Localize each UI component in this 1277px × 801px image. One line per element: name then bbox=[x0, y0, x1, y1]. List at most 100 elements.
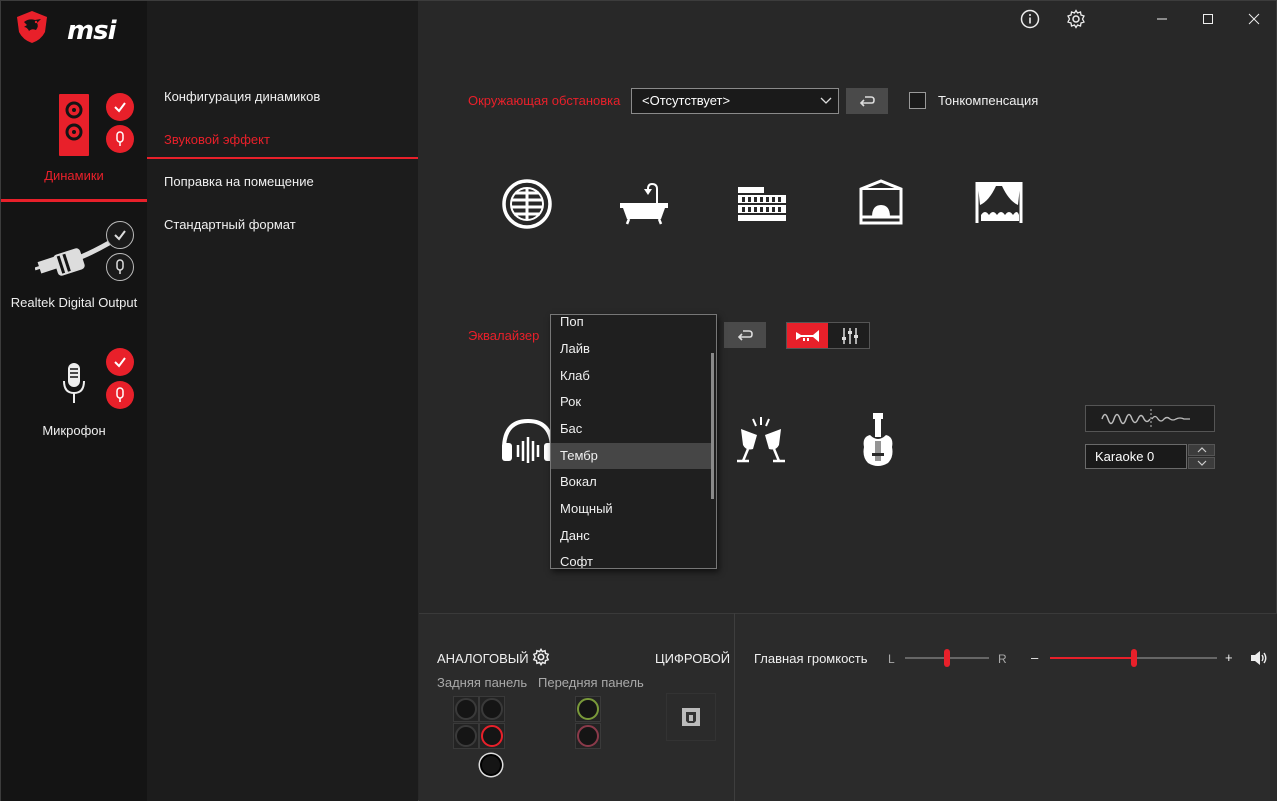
chevron-down-icon bbox=[820, 97, 832, 104]
effects-menu: Конфигурация динамиков Звуковой эффект П… bbox=[147, 1, 418, 801]
environment-reset-button[interactable] bbox=[846, 88, 888, 114]
menu-item-speaker-config[interactable]: Конфигурация динамиков bbox=[164, 89, 320, 104]
toast-glasses-icon[interactable] bbox=[731, 413, 791, 469]
check-badge bbox=[106, 348, 134, 376]
bottom-divider bbox=[734, 613, 735, 801]
eq-option-soft[interactable]: Софт bbox=[551, 549, 714, 568]
colosseum-icon[interactable] bbox=[734, 179, 790, 229]
mic-small-icon bbox=[116, 259, 124, 274]
front-jack-mic[interactable] bbox=[577, 725, 599, 747]
rear-jack-1[interactable] bbox=[455, 698, 477, 720]
rear-jack-2[interactable] bbox=[481, 698, 503, 720]
settings-button[interactable] bbox=[1064, 7, 1088, 31]
rear-jack-slot bbox=[453, 723, 479, 749]
equalizer-label: Эквалайзер bbox=[468, 328, 540, 343]
check-icon bbox=[114, 102, 126, 113]
device-label: Микрофон bbox=[42, 423, 106, 438]
device-microphone[interactable]: Микрофон bbox=[1, 341, 147, 451]
minimize-button[interactable] bbox=[1150, 7, 1174, 31]
brand-wordmark: msi bbox=[67, 16, 116, 46]
manual-eq-button[interactable] bbox=[829, 323, 870, 348]
mute-button[interactable] bbox=[1250, 650, 1268, 669]
environment-select-value: <Отсутствует> bbox=[642, 93, 731, 108]
karaoke-decrement-button[interactable] bbox=[1188, 457, 1215, 469]
front-panel-label: Передняя панель bbox=[538, 675, 644, 690]
info-button[interactable] bbox=[1018, 7, 1042, 31]
app-window: msi Динамики Realtek Digital Output Микр… bbox=[0, 0, 1277, 801]
balance-slider-thumb[interactable] bbox=[944, 649, 950, 667]
digital-port-slot bbox=[666, 693, 716, 741]
bathtub-icon[interactable] bbox=[617, 179, 673, 229]
sphere-icon[interactable] bbox=[499, 179, 555, 229]
gear-icon bbox=[1067, 9, 1085, 29]
mic-badge bbox=[106, 253, 134, 281]
gear-icon bbox=[532, 647, 550, 667]
rear-jack-3[interactable] bbox=[455, 725, 477, 747]
front-jack-slot bbox=[575, 723, 601, 749]
rear-jack-slot bbox=[453, 696, 479, 722]
mic-small-icon bbox=[116, 131, 124, 146]
eq-option-bass[interactable]: Бас bbox=[551, 416, 714, 442]
device-digital-output[interactable]: Realtek Digital Output bbox=[1, 211, 147, 321]
rear-jack-black[interactable] bbox=[480, 754, 502, 776]
karaoke-increment-button[interactable] bbox=[1188, 444, 1215, 456]
speaker-volume-icon bbox=[1251, 651, 1267, 665]
close-button[interactable] bbox=[1242, 7, 1266, 31]
eq-option-pop[interactable]: Поп bbox=[551, 315, 714, 335]
check-icon bbox=[114, 357, 126, 368]
balance-left-label: L bbox=[888, 652, 895, 666]
volume-slider-thumb[interactable] bbox=[1130, 649, 1137, 667]
karaoke-value-field[interactable]: Karaoke 0 bbox=[1085, 444, 1187, 469]
eq-option-vocal[interactable]: Вокал bbox=[551, 469, 714, 495]
eq-option-club[interactable]: Клаб bbox=[551, 363, 714, 389]
rear-panel-label: Задняя панель bbox=[437, 675, 528, 690]
analog-settings-button[interactable] bbox=[532, 647, 550, 669]
balance-right-label: R bbox=[998, 652, 1007, 666]
front-jack-slot bbox=[575, 696, 601, 722]
environment-select[interactable]: <Отсутствует> bbox=[631, 88, 839, 114]
menu-item-default-format[interactable]: Стандартный формат bbox=[164, 217, 296, 232]
chevron-down-icon bbox=[1197, 460, 1206, 466]
eq-option-rock[interactable]: Рок bbox=[551, 389, 714, 415]
karaoke-visualizer bbox=[1085, 405, 1215, 432]
digital-label: ЦИФРОВОЙ bbox=[655, 651, 731, 666]
equalizer-mode-toggle bbox=[786, 322, 870, 349]
theater-icon[interactable] bbox=[971, 179, 1027, 229]
environment-label: Окружающая обстановка bbox=[468, 93, 621, 108]
headphones-icon[interactable] bbox=[498, 413, 558, 469]
main-volume-label: Главная громкость bbox=[754, 651, 868, 666]
loudness-label: Тонкомпенсация bbox=[938, 93, 1039, 108]
guitar-icon[interactable] bbox=[848, 413, 908, 469]
device-label: Динамики bbox=[44, 168, 104, 183]
sliders-icon bbox=[841, 327, 858, 344]
menu-item-sound-effect[interactable]: Звуковой эффект bbox=[164, 132, 270, 147]
check-icon bbox=[114, 230, 126, 241]
volume-slider-fill bbox=[1050, 657, 1134, 659]
preset-mode-button[interactable] bbox=[787, 323, 828, 348]
loudness-checkbox[interactable] bbox=[909, 92, 926, 109]
eq-option-timbre[interactable]: Тембр bbox=[551, 443, 714, 469]
menu-item-room-correction[interactable]: Поправка на помещение bbox=[164, 174, 314, 189]
optical-port-icon[interactable] bbox=[680, 707, 702, 727]
front-jack-headphone[interactable] bbox=[577, 698, 599, 720]
voice-wave-icon bbox=[1101, 409, 1190, 428]
equalizer-reset-button[interactable] bbox=[724, 322, 766, 348]
msi-logo: msi bbox=[15, 10, 135, 46]
maximize-button[interactable] bbox=[1196, 7, 1220, 31]
maximize-icon bbox=[1203, 14, 1213, 24]
trumpet-icon bbox=[795, 329, 819, 342]
equalizer-preset-dropdown[interactable]: Поп Лайв Клаб Рок Бас Тембр Вокал Мощный… bbox=[550, 314, 717, 569]
rca-cable-icon bbox=[35, 240, 111, 276]
volume-up-button[interactable]: + bbox=[1225, 650, 1233, 665]
mic-small-icon bbox=[116, 387, 124, 402]
device-speakers[interactable]: Динамики bbox=[1, 81, 147, 201]
bottom-panel bbox=[419, 613, 1277, 801]
eq-option-powerful[interactable]: Мощный bbox=[551, 496, 714, 522]
volume-down-button[interactable]: – bbox=[1031, 650, 1038, 665]
rear-jack-speaker-active[interactable] bbox=[481, 725, 503, 747]
close-icon bbox=[1248, 13, 1260, 25]
stage-icon[interactable] bbox=[853, 179, 909, 229]
eq-option-dance[interactable]: Данс bbox=[551, 523, 714, 549]
eq-option-live[interactable]: Лайв bbox=[551, 336, 714, 362]
dropdown-scrollbar[interactable] bbox=[711, 353, 714, 499]
